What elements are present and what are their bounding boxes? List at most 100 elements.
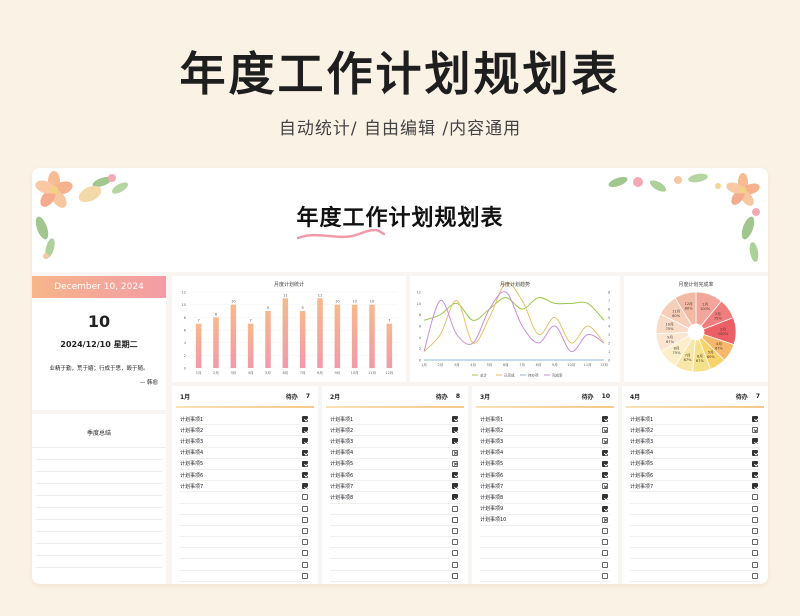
task-label[interactable]: 计划事项6 <box>480 472 602 479</box>
task-checkbox[interactable] <box>602 472 608 479</box>
task-checkbox[interactable] <box>602 516 608 523</box>
task-checkbox[interactable] <box>602 449 608 456</box>
task-checkbox[interactable] <box>752 539 758 546</box>
task-checkbox[interactable] <box>452 505 458 512</box>
summary-line[interactable] <box>36 472 162 484</box>
task-label[interactable]: 计划事项9 <box>480 505 602 512</box>
task-checkbox[interactable] <box>452 416 458 423</box>
task-label[interactable]: 计划事项1 <box>180 416 302 423</box>
task-checkbox[interactable] <box>752 427 758 434</box>
task-checkbox[interactable] <box>752 460 758 467</box>
task-checkbox[interactable] <box>752 449 758 456</box>
task-checkbox[interactable] <box>302 539 308 546</box>
task-label[interactable]: 计划事项5 <box>480 460 602 467</box>
task-checkbox[interactable] <box>752 416 758 423</box>
task-checkbox[interactable] <box>302 527 308 534</box>
task-checkbox[interactable] <box>302 460 308 467</box>
task-checkbox[interactable] <box>302 516 308 523</box>
task-label[interactable]: 计划事项2 <box>180 427 302 434</box>
task-checkbox[interactable] <box>752 438 758 445</box>
task-label[interactable]: 计划事项7 <box>180 483 302 490</box>
task-label[interactable]: 计划事项3 <box>480 438 602 445</box>
summary-line[interactable] <box>36 544 162 556</box>
task-checkbox[interactable] <box>302 449 308 456</box>
task-checkbox[interactable] <box>602 427 608 434</box>
task-checkbox[interactable] <box>602 505 608 512</box>
task-label[interactable]: 计划事项6 <box>180 472 302 479</box>
task-checkbox[interactable] <box>752 494 758 501</box>
task-checkbox[interactable] <box>302 483 308 490</box>
summary-line[interactable] <box>36 556 162 568</box>
task-checkbox[interactable] <box>452 572 458 579</box>
task-label[interactable]: 计划事项7 <box>480 483 602 490</box>
task-checkbox[interactable] <box>452 427 458 434</box>
task-checkbox[interactable] <box>302 438 308 445</box>
task-label[interactable]: 计划事项1 <box>330 416 452 423</box>
task-checkbox[interactable] <box>452 438 458 445</box>
summary-line[interactable] <box>36 520 162 532</box>
task-label[interactable]: 计划事项8 <box>480 494 602 501</box>
task-label[interactable]: 计划事项5 <box>330 460 452 467</box>
task-label[interactable]: 计划事项6 <box>630 472 752 479</box>
task-label[interactable]: 计划事项2 <box>480 427 602 434</box>
task-checkbox[interactable] <box>602 572 608 579</box>
task-checkbox[interactable] <box>752 550 758 557</box>
task-label[interactable]: 计划事项3 <box>330 438 452 445</box>
task-checkbox[interactable] <box>302 505 308 512</box>
task-label[interactable]: 计划事项1 <box>480 416 602 423</box>
task-checkbox[interactable] <box>452 449 458 456</box>
summary-line[interactable] <box>36 532 162 544</box>
task-checkbox[interactable] <box>602 460 608 467</box>
task-label[interactable]: 计划事项4 <box>630 449 752 456</box>
task-checkbox[interactable] <box>452 516 458 523</box>
task-label[interactable]: 计划事项3 <box>180 438 302 445</box>
task-label[interactable]: 计划事项7 <box>630 483 752 490</box>
task-label[interactable]: 计划事项4 <box>180 449 302 456</box>
task-checkbox[interactable] <box>452 539 458 546</box>
task-checkbox[interactable] <box>602 483 608 490</box>
task-checkbox[interactable] <box>452 494 458 501</box>
task-label[interactable]: 计划事项4 <box>480 449 602 456</box>
task-checkbox[interactable] <box>452 483 458 490</box>
task-checkbox[interactable] <box>452 527 458 534</box>
summary-line[interactable] <box>36 496 162 508</box>
task-label[interactable]: 计划事项10 <box>480 516 602 523</box>
task-checkbox[interactable] <box>302 550 308 557</box>
task-checkbox[interactable] <box>752 527 758 534</box>
task-checkbox[interactable] <box>752 472 758 479</box>
task-label[interactable]: 计划事项2 <box>630 427 752 434</box>
task-label[interactable]: 计划事项5 <box>630 460 752 467</box>
task-label[interactable]: 计划事项6 <box>330 472 452 479</box>
task-checkbox[interactable] <box>302 472 308 479</box>
task-checkbox[interactable] <box>602 438 608 445</box>
task-label[interactable]: 计划事项2 <box>330 427 452 434</box>
task-checkbox[interactable] <box>752 572 758 579</box>
task-checkbox[interactable] <box>752 516 758 523</box>
task-checkbox[interactable] <box>302 561 308 568</box>
task-checkbox[interactable] <box>452 460 458 467</box>
task-checkbox[interactable] <box>752 561 758 568</box>
task-label[interactable]: 计划事项8 <box>330 494 452 501</box>
summary-line[interactable] <box>36 460 162 472</box>
task-checkbox[interactable] <box>752 505 758 512</box>
task-checkbox[interactable] <box>602 494 608 501</box>
task-checkbox[interactable] <box>302 416 308 423</box>
task-label[interactable]: 计划事项1 <box>630 416 752 423</box>
task-checkbox[interactable] <box>452 561 458 568</box>
task-checkbox[interactable] <box>602 550 608 557</box>
task-checkbox[interactable] <box>302 572 308 579</box>
task-checkbox[interactable] <box>602 527 608 534</box>
task-checkbox[interactable] <box>602 561 608 568</box>
task-label[interactable]: 计划事项7 <box>330 483 452 490</box>
task-label[interactable]: 计划事项5 <box>180 460 302 467</box>
summary-line[interactable] <box>36 448 162 460</box>
summary-line[interactable] <box>36 484 162 496</box>
task-label[interactable]: 计划事项4 <box>330 449 452 456</box>
task-checkbox[interactable] <box>602 539 608 546</box>
task-label[interactable]: 计划事项3 <box>630 438 752 445</box>
task-checkbox[interactable] <box>452 550 458 557</box>
task-checkbox[interactable] <box>302 494 308 501</box>
task-checkbox[interactable] <box>752 483 758 490</box>
task-checkbox[interactable] <box>602 416 608 423</box>
task-checkbox[interactable] <box>302 427 308 434</box>
